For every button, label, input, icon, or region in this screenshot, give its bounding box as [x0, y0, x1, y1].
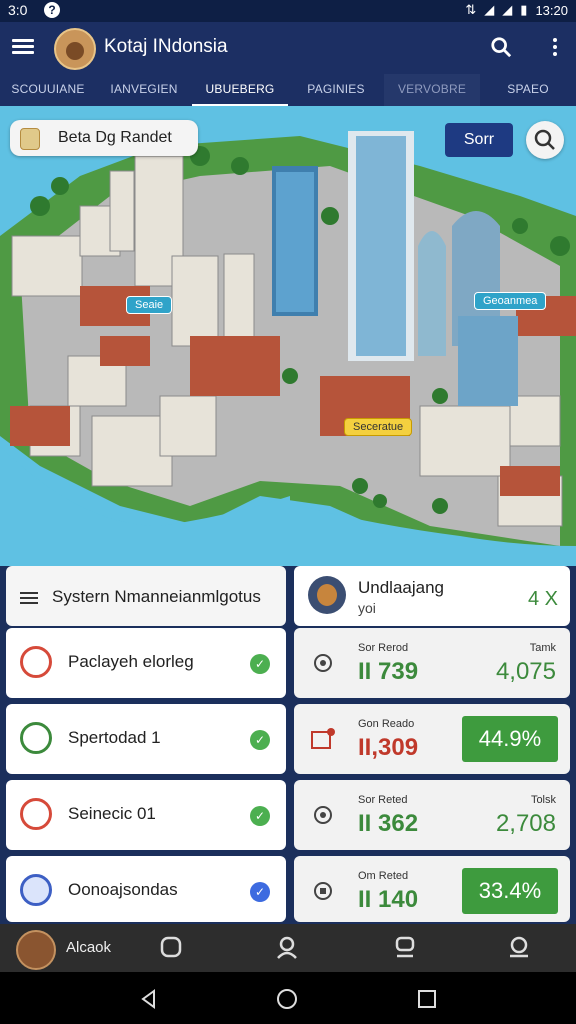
city-illustration [0, 131, 576, 566]
stat-value: II 362 [358, 810, 419, 837]
stat-label: Gon Reado [358, 718, 415, 730]
stat-value: II,309 [358, 734, 419, 761]
stat-label: Om Reted [358, 870, 409, 882]
user-subtitle: yoi [358, 600, 376, 616]
system-item[interactable]: Oonoajsondas ✓ [6, 856, 286, 922]
check-icon: ✓ [250, 654, 270, 674]
city-map[interactable] [0, 106, 576, 566]
profile-label[interactable]: Alcaok [66, 939, 111, 956]
alert-icon: ? [44, 2, 60, 18]
smile-icon[interactable] [158, 934, 184, 960]
tent-icon [20, 646, 52, 678]
stat-label: Sor Rerod [358, 642, 409, 654]
map-label-3[interactable]: Seceratue [344, 418, 413, 436]
check-icon: ✓ [250, 882, 270, 902]
check-icon: ✓ [250, 806, 270, 826]
user-count[interactable]: 4 X [528, 588, 558, 611]
menu-icon[interactable] [12, 36, 34, 58]
status-time: 3:0 [8, 2, 28, 18]
shape-icon [20, 874, 52, 906]
gear-icon [314, 654, 332, 672]
vibrate-icon: ⇅ [465, 2, 477, 17]
system-panel: Systern Nmanneianmlgotus Paclayeh elorle… [6, 566, 286, 924]
chat-icon[interactable] [392, 934, 418, 960]
map-label-1[interactable]: Seaie [126, 296, 173, 314]
location-search[interactable]: Beta Dg Randet [10, 120, 198, 156]
gear-icon [314, 806, 332, 824]
home-icon[interactable] [276, 988, 298, 1010]
status-bar: 3:0 ? ⇅ ◢ ◢ ▮ 13:20 [0, 0, 576, 22]
settings-icon[interactable] [506, 934, 532, 960]
search-icon[interactable] [490, 36, 512, 58]
status-clock: 13:20 [535, 2, 568, 18]
person-icon[interactable] [274, 934, 300, 960]
tab-1[interactable]: IANVEGIEN [96, 74, 192, 106]
system-panel-header: Systern Nmanneianmlgotus [6, 566, 286, 626]
system-navigation [0, 972, 576, 1024]
stat-right-label: Tamk [529, 642, 556, 654]
start-button[interactable]: Sorr [445, 123, 513, 157]
user-name: Undlaajang [358, 578, 445, 597]
tab-3[interactable]: PAGINIES [288, 74, 384, 106]
avatar [308, 576, 346, 614]
document-icon [20, 798, 52, 830]
stat-row[interactable]: Sor Rerod II 739 Tamk 4,075 [294, 628, 570, 698]
stat-right-value: 4,075 [495, 658, 556, 685]
profile-avatar[interactable] [16, 930, 56, 970]
more-options-icon[interactable] [552, 36, 558, 58]
user-panel: Undlaajang yoi 4 X Sor Rerod II 739 Tamk… [294, 566, 570, 924]
wifi-icon: ◢ [484, 2, 495, 17]
magnifier-icon [534, 129, 555, 150]
system-item-label: Paclayeh elorleg [68, 652, 194, 671]
stat-right-value: 2,708 [495, 810, 556, 837]
system-panel-title: Systern Nmanneianmlgotus [52, 587, 261, 606]
back-icon[interactable] [138, 988, 160, 1010]
stat-label: Sor Reted [358, 794, 408, 806]
system-item[interactable]: Seinecic 01 ✓ [6, 780, 286, 850]
stat-percent-badge: 33.4% [462, 868, 558, 914]
battery-icon: ▮ [520, 2, 528, 17]
system-item[interactable]: Spertodad 1 ✓ [6, 704, 286, 774]
alert-icon [311, 728, 335, 749]
stat-row[interactable]: Gon Reado II,309 44.9% [294, 704, 570, 774]
bottom-nav: Alcaok [0, 924, 576, 972]
stat-row[interactable]: Sor Reted II 362 Tolsk 2,708 [294, 780, 570, 850]
user-panel-header[interactable]: Undlaajang yoi 4 X [294, 566, 570, 626]
system-item-label: Spertodad 1 [68, 728, 161, 747]
tab-0[interactable]: SCOUUIANE [0, 74, 96, 106]
app-bar: Kotaj INdonsia [0, 22, 576, 74]
map-search-button[interactable] [526, 121, 564, 159]
cog-icon [314, 882, 332, 900]
location-badge-icon [20, 128, 40, 150]
app-title: Kotaj INdonsia [104, 36, 228, 57]
stat-percent-badge: 44.9% [462, 716, 558, 762]
stat-value: II 739 [358, 658, 419, 685]
recents-icon[interactable] [416, 988, 438, 1010]
bug-icon [20, 722, 52, 754]
signal-icon: ◢ [502, 2, 513, 17]
system-item[interactable]: Paclayeh elorleg ✓ [6, 628, 286, 698]
map-label-2[interactable]: Geoanmea [474, 292, 547, 310]
stat-row[interactable]: Om Reted II 140 33.4% [294, 856, 570, 922]
app-logo [54, 28, 96, 70]
stat-value: II 140 [358, 886, 419, 913]
list-menu-icon[interactable] [20, 589, 38, 607]
location-search-label: Beta Dg Randet [58, 129, 172, 146]
tab-2[interactable]: UBUEBERG [192, 74, 288, 106]
tab-5[interactable]: SPAEO [480, 74, 576, 106]
tab-bar: SCOUUIANE IANVEGIEN UBUEBERG PAGINIES VE… [0, 74, 576, 106]
check-icon: ✓ [250, 730, 270, 750]
stat-right-label: Tolsk [530, 794, 556, 806]
system-item-label: Seinecic 01 [68, 804, 156, 823]
tab-4[interactable]: VERVOBRE [384, 74, 480, 106]
system-item-label: Oonoajsondas [68, 880, 178, 899]
